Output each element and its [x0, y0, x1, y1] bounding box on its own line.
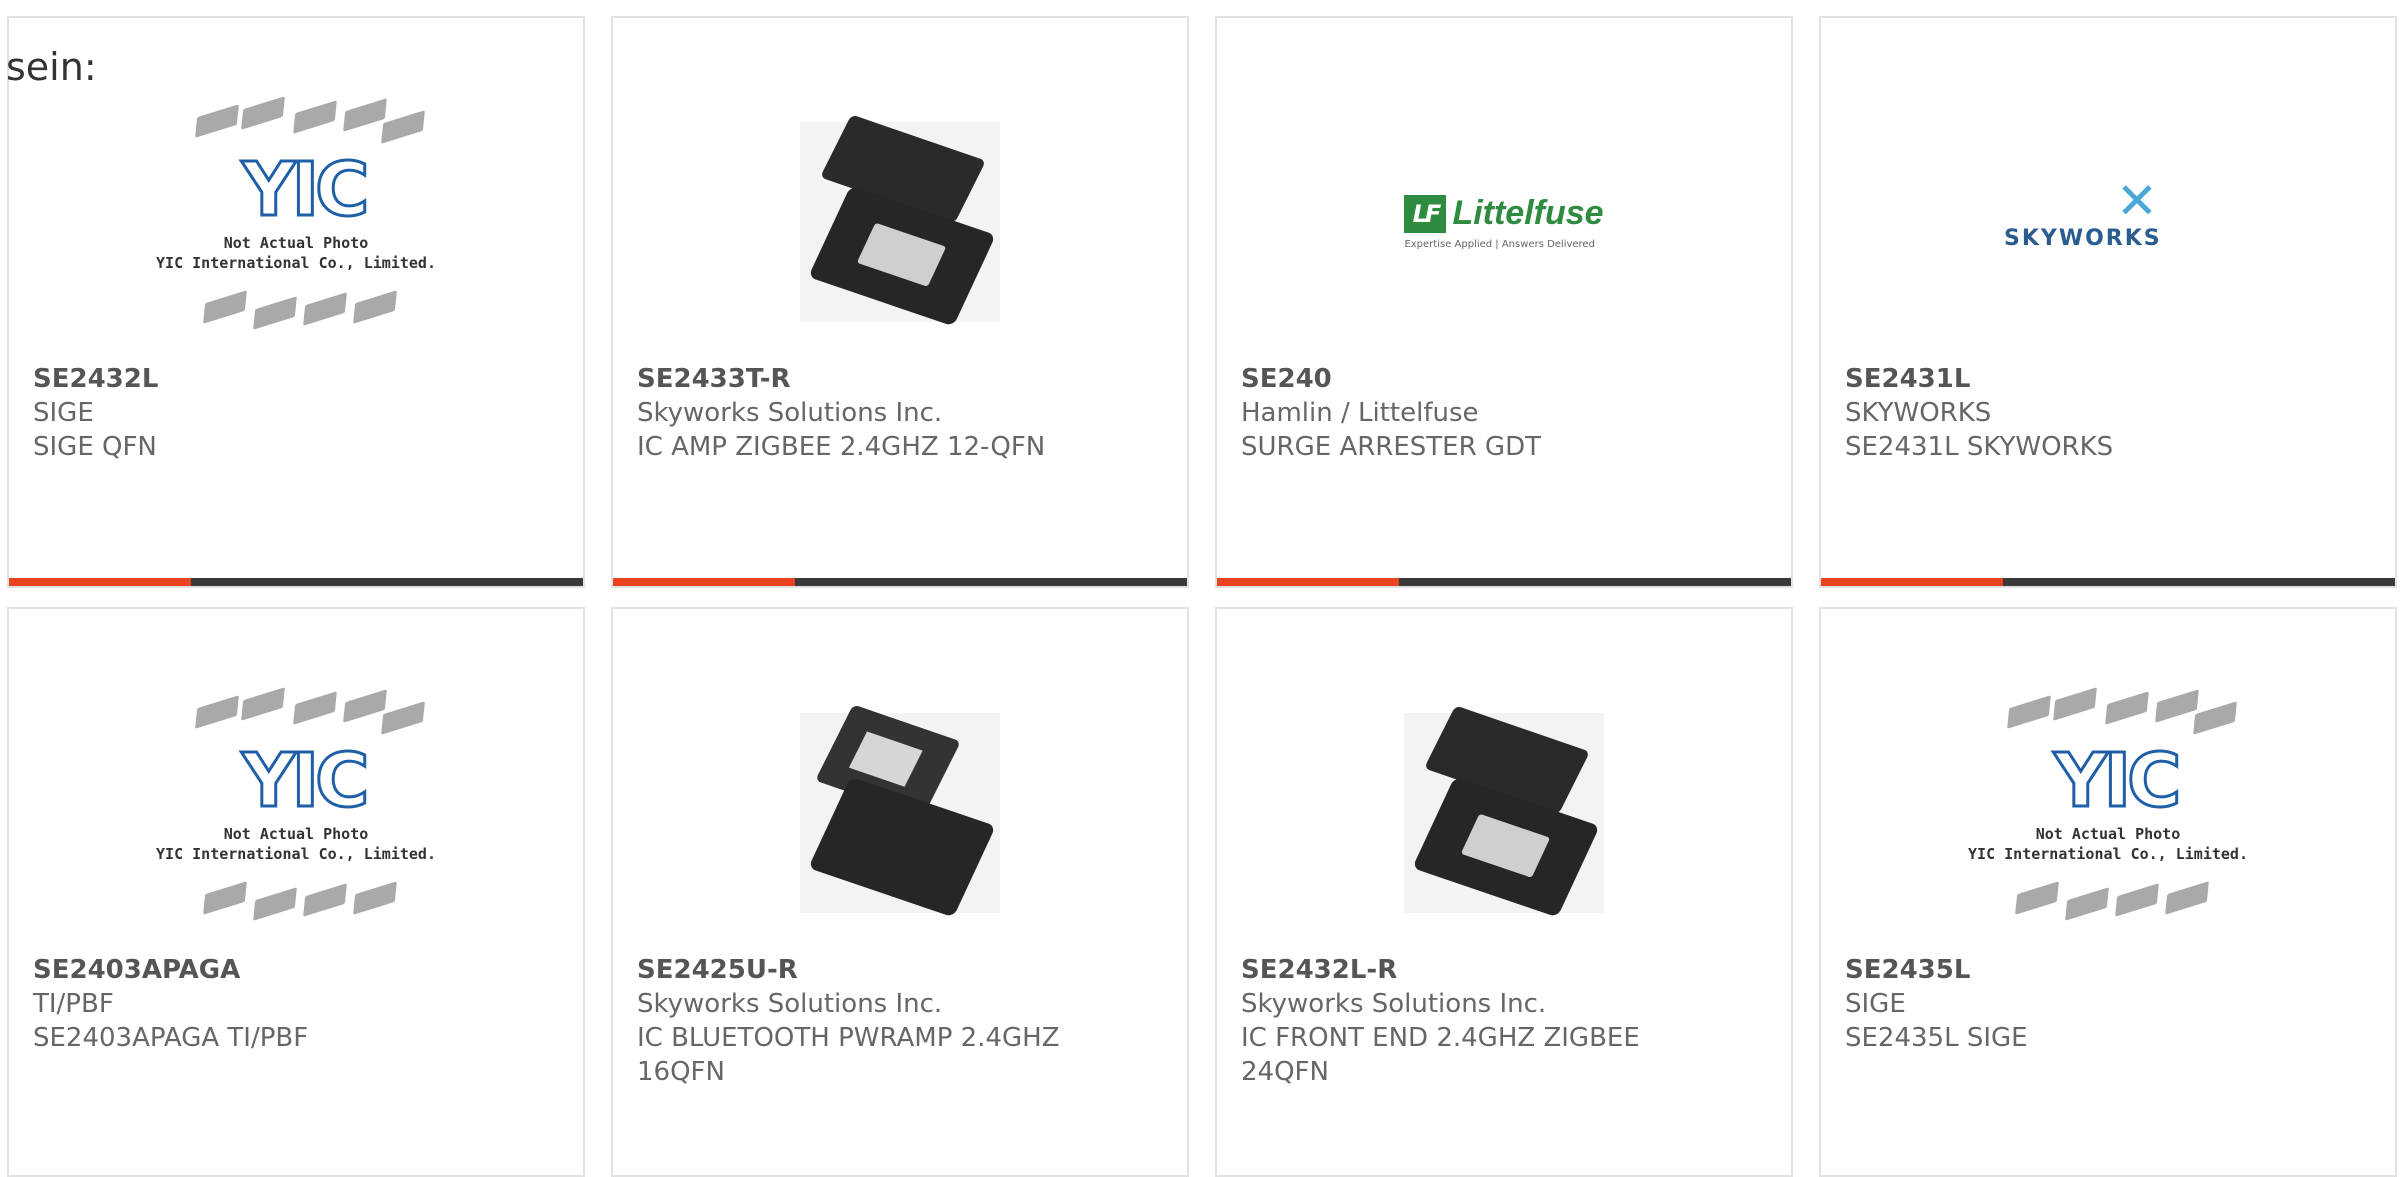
- description: IC FRONT END 2.4GHZ ZIGBEE: [1241, 1023, 1640, 1053]
- littelfuse-tagline: Expertise Applied | Answers Delivered: [1404, 239, 1595, 250]
- product-image[interactable]: [613, 82, 1187, 362]
- part-number-link[interactable]: SE2431L: [1845, 362, 2371, 396]
- product-image[interactable]: YIC Not Actual Photo YIC International C…: [9, 82, 583, 362]
- product-card[interactable]: ✕ SKYWORKS SE2431L SKYWORKS SE2431L SKYW…: [1819, 16, 2397, 588]
- manufacturer: Skyworks Solutions Inc.: [1241, 989, 1547, 1019]
- skyworks-star-icon: ✕: [2116, 172, 2158, 230]
- placeholder-line2: YIC International Co., Limited.: [1968, 845, 2248, 863]
- manufacturer: SKYWORKS: [1845, 398, 1992, 428]
- yic-logo: YIC: [241, 738, 371, 824]
- qfn-chip-photo: [1404, 705, 1604, 918]
- description: SE2435L SIGE: [1845, 1023, 2028, 1053]
- product-card[interactable]: YIC Not Actual Photo YIC International C…: [7, 16, 585, 588]
- yic-placeholder-image: YIC Not Actual Photo YIC International C…: [146, 683, 446, 943]
- product-image[interactable]: [613, 673, 1187, 953]
- description: IC AMP ZIGBEE 2.4GHZ 12-QFN: [637, 432, 1046, 462]
- part-number-link[interactable]: SE2432L-R: [1241, 953, 1767, 987]
- qfn-chip-photo: [800, 114, 1000, 327]
- product-card[interactable]: SE2433T-R Skyworks Solutions Inc. IC AMP…: [611, 16, 1189, 588]
- yic-placeholder-image: YIC Not Actual Photo YIC International C…: [1958, 683, 2258, 943]
- yic-logo: YIC: [2053, 738, 2183, 824]
- product-image[interactable]: ✕ SKYWORKS: [1821, 82, 2395, 362]
- product-image[interactable]: [1217, 673, 1791, 953]
- description: SURGE ARRESTER GDT: [1241, 432, 1541, 462]
- product-image[interactable]: YIC Not Actual Photo YIC International C…: [9, 673, 583, 953]
- product-card[interactable]: LF Littelfuse Expertise Applied | Answer…: [1215, 16, 1793, 588]
- littelfuse-logo: LF Littelfuse Expertise Applied | Answer…: [1404, 194, 1604, 250]
- qfn-chip-photo: [800, 704, 1000, 918]
- intro-text: sein:: [6, 45, 97, 89]
- description: SIGE QFN: [33, 432, 157, 462]
- littelfuse-logo-mark: LF: [1404, 194, 1447, 233]
- placeholder-line2: YIC International Co., Limited.: [156, 254, 436, 272]
- description: IC BLUETOOTH PWRAMP 2.4GHZ: [637, 1023, 1060, 1053]
- description: SE2403APAGA TI/PBF: [33, 1023, 309, 1053]
- card-bottom-bar: [613, 578, 1187, 586]
- product-card[interactable]: SE2432L-R Skyworks Solutions Inc. IC FRO…: [1215, 607, 1793, 1177]
- skyworks-logo-name: SKYWORKS: [2004, 226, 2162, 251]
- yic-logo: YIC: [241, 147, 371, 233]
- manufacturer: Skyworks Solutions Inc.: [637, 989, 943, 1019]
- part-number-link[interactable]: SE2435L: [1845, 953, 2371, 987]
- placeholder-line1: Not Actual Photo: [223, 234, 369, 252]
- description: SE2431L SKYWORKS: [1845, 432, 2114, 462]
- manufacturer: SIGE: [33, 398, 94, 428]
- product-image[interactable]: LF Littelfuse Expertise Applied | Answer…: [1217, 82, 1791, 362]
- yic-placeholder-image: YIC Not Actual Photo YIC International C…: [146, 92, 446, 352]
- littelfuse-logo-name: Littelfuse: [1452, 194, 1604, 232]
- product-card[interactable]: YIC Not Actual Photo YIC International C…: [7, 607, 585, 1177]
- manufacturer: Skyworks Solutions Inc.: [637, 398, 943, 428]
- part-number-link[interactable]: SE2432L: [33, 362, 559, 396]
- card-bottom-bar: [1821, 578, 2395, 586]
- part-number-link[interactable]: SE2403APAGA: [33, 953, 559, 987]
- placeholder-line1: Not Actual Photo: [223, 825, 369, 843]
- product-card[interactable]: SE2425U-R Skyworks Solutions Inc. IC BLU…: [611, 607, 1189, 1177]
- part-number-link[interactable]: SE2433T-R: [637, 362, 1163, 396]
- manufacturer: Hamlin / Littelfuse: [1241, 398, 1479, 428]
- description-line2: 16QFN: [637, 1057, 725, 1087]
- description-line2: 24QFN: [1241, 1057, 1329, 1087]
- skyworks-logo: ✕ SKYWORKS: [1998, 172, 2218, 272]
- placeholder-line1: Not Actual Photo: [2035, 825, 2181, 843]
- product-card[interactable]: YIC Not Actual Photo YIC International C…: [1819, 607, 2397, 1177]
- part-number-link[interactable]: SE240: [1241, 362, 1767, 396]
- product-image[interactable]: YIC Not Actual Photo YIC International C…: [1821, 673, 2395, 953]
- placeholder-line2: YIC International Co., Limited.: [156, 845, 436, 863]
- part-number-link[interactable]: SE2425U-R: [637, 953, 1163, 987]
- card-bottom-bar: [9, 578, 583, 586]
- manufacturer: TI/PBF: [33, 989, 114, 1019]
- card-bottom-bar: [1217, 578, 1791, 586]
- manufacturer: SIGE: [1845, 989, 1906, 1019]
